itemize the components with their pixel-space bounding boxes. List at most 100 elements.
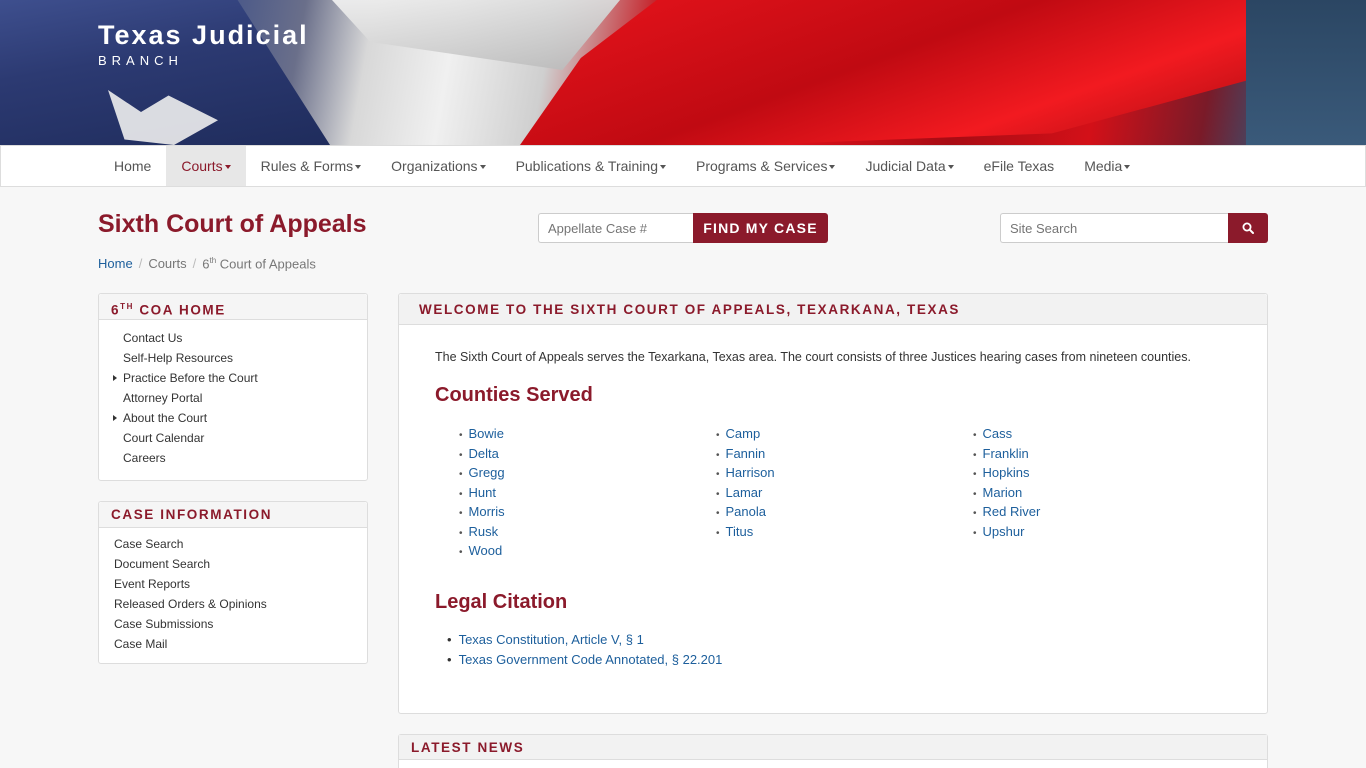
sidebar-coa-panel: 6TH COA HOME Contact Us Self-Help Resour… [98, 293, 368, 481]
county-link-text[interactable]: Gregg [469, 465, 505, 480]
nav-label: Rules & Forms [260, 158, 354, 174]
county-link-text[interactable]: Harrison [726, 465, 775, 480]
sidebar-item-case-submissions[interactable]: Case Submissions [114, 614, 367, 634]
sidebar-item-about[interactable]: About the Court [113, 408, 367, 428]
sidebar-item-label: About the Court [123, 411, 208, 425]
caret-right-icon [113, 415, 117, 421]
sidebar-item-released-orders[interactable]: Released Orders & Opinions [114, 594, 367, 614]
sidebar-item-event-reports[interactable]: Event Reports [114, 574, 367, 594]
county-link-text[interactable]: Hunt [469, 485, 496, 500]
counties-list: Bowie Delta Gregg Hunt Morris Rusk Wood … [459, 424, 1230, 561]
sidebar-case-title[interactable]: CASE INFORMATION [99, 502, 367, 528]
sidebar-coa-title[interactable]: 6TH COA HOME [99, 294, 367, 320]
county-link[interactable]: Morris [459, 502, 716, 522]
nav-item-organizations[interactable]: Organizations [376, 146, 500, 186]
caret-down-icon [224, 165, 231, 170]
sidebar-item-self-help[interactable]: Self-Help Resources [123, 348, 367, 368]
sidebar-item-attorney-portal[interactable]: Attorney Portal [123, 388, 367, 408]
sidebar-item-case-mail[interactable]: Case Mail [114, 634, 367, 654]
county-link[interactable]: Franklin [973, 444, 1230, 464]
sidebar-case-list: Case Search Document Search Event Report… [99, 528, 367, 654]
brand-title: Texas Judicial [98, 20, 309, 50]
counties-heading: Counties Served [435, 384, 593, 406]
nav-item-judicial-data[interactable]: Judicial Data [850, 146, 968, 186]
caret-down-icon [1124, 165, 1131, 170]
breadcrumb-current-text: Court of Appeals [216, 256, 316, 272]
flag-white-stripe [332, 0, 620, 70]
county-link-text[interactable]: Wood [469, 543, 503, 558]
county-link-text[interactable]: Lamar [726, 485, 763, 500]
sidebar-item-calendar[interactable]: Court Calendar [123, 428, 367, 448]
county-link-text[interactable]: Bowie [469, 426, 504, 441]
site-search-button[interactable] [1228, 213, 1268, 243]
header-banner: Texas Judicial BRANCH [0, 0, 1366, 145]
breadcrumb-home[interactable]: Home [98, 256, 133, 271]
county-link-text[interactable]: Fannin [726, 446, 766, 461]
sidebar-item-document-search[interactable]: Document Search [114, 554, 367, 574]
nav-item-courts[interactable]: Courts [166, 146, 246, 186]
nav-item-publications-training[interactable]: Publications & Training [501, 146, 681, 186]
county-link-text[interactable]: Camp [726, 426, 761, 441]
caret-down-icon [947, 165, 954, 170]
sidebar-item-practice[interactable]: Practice Before the Court [113, 368, 367, 388]
find-my-case-button[interactable]: FIND MY CASE [693, 213, 828, 243]
citation-link[interactable]: Texas Constitution, Article V, § 1 [447, 630, 722, 650]
nav-item-programs-services[interactable]: Programs & Services [681, 146, 850, 186]
county-link[interactable]: Wood [459, 541, 716, 561]
nav-label: Courts [181, 158, 223, 174]
sidebar-item-label: Case Search [114, 537, 184, 551]
county-link-text[interactable]: Rusk [469, 524, 499, 539]
county-link[interactable]: Hunt [459, 483, 716, 503]
site-logo[interactable]: Texas Judicial BRANCH [98, 20, 309, 68]
nav-label: Judicial Data [865, 158, 946, 174]
county-link-text[interactable]: Red River [983, 504, 1041, 519]
sidebar-item-label: Case Submissions [114, 617, 214, 631]
county-link-text[interactable]: Marion [983, 485, 1023, 500]
sidebar-item-label: Contact Us [123, 331, 183, 345]
county-link[interactable]: Panola [716, 502, 973, 522]
county-link[interactable]: Marion [973, 483, 1230, 503]
site-search-input[interactable] [1000, 213, 1228, 243]
nav-item-rules-forms[interactable]: Rules & Forms [246, 146, 377, 186]
nav-label: Media [1084, 158, 1123, 174]
county-link[interactable]: Red River [973, 502, 1230, 522]
citation-link-text[interactable]: Texas Government Code Annotated, § 22.20… [459, 652, 723, 667]
sidebar-item-case-search[interactable]: Case Search [114, 534, 367, 554]
nav-item-efile-texas[interactable]: eFile Texas [969, 146, 1070, 186]
county-link[interactable]: Harrison [716, 463, 973, 483]
sidebar-item-contact-us[interactable]: Contact Us [123, 328, 367, 348]
county-link-text[interactable]: Cass [983, 426, 1013, 441]
county-link-text[interactable]: Morris [469, 504, 505, 519]
page-title: Sixth Court of Appeals [98, 210, 367, 238]
county-link-text[interactable]: Delta [469, 446, 499, 461]
case-number-input[interactable] [538, 213, 693, 243]
county-link[interactable]: Bowie [459, 424, 716, 444]
flag-sky-edge [1246, 0, 1366, 145]
county-link-text[interactable]: Hopkins [983, 465, 1030, 480]
sidebar-coa-list: Contact Us Self-Help Resources Practice … [99, 320, 367, 468]
county-link-text[interactable]: Franklin [983, 446, 1029, 461]
sidebar-item-label: Practice Before the Court [123, 371, 258, 385]
county-link[interactable]: Titus [716, 522, 973, 542]
county-link[interactable]: Gregg [459, 463, 716, 483]
county-link[interactable]: Rusk [459, 522, 716, 542]
county-link[interactable]: Upshur [973, 522, 1230, 542]
citation-link[interactable]: Texas Government Code Annotated, § 22.20… [447, 650, 723, 670]
county-link-text[interactable]: Panola [726, 504, 766, 519]
nav-item-home[interactable]: Home [99, 146, 166, 186]
county-link[interactable]: Delta [459, 444, 716, 464]
citation-link-text[interactable]: Texas Constitution, Article V, § 1 [459, 632, 644, 647]
county-link[interactable]: Cass [973, 424, 1230, 444]
county-link-text[interactable]: Upshur [983, 524, 1025, 539]
breadcrumb-courts[interactable]: Courts [148, 256, 186, 271]
sidebar-item-label: Document Search [114, 557, 211, 571]
county-link[interactable]: Camp [716, 424, 973, 444]
county-link-text[interactable]: Titus [726, 524, 754, 539]
county-link[interactable]: Fannin [716, 444, 973, 464]
county-link[interactable]: Lamar [716, 483, 973, 503]
nav-item-media[interactable]: Media [1069, 146, 1145, 186]
sidebar-item-label: Released Orders & Opinions [114, 597, 267, 611]
latest-news-panel: LATEST NEWS [398, 734, 1268, 768]
sidebar-item-careers[interactable]: Careers [123, 448, 367, 468]
county-link[interactable]: Hopkins [973, 463, 1230, 483]
